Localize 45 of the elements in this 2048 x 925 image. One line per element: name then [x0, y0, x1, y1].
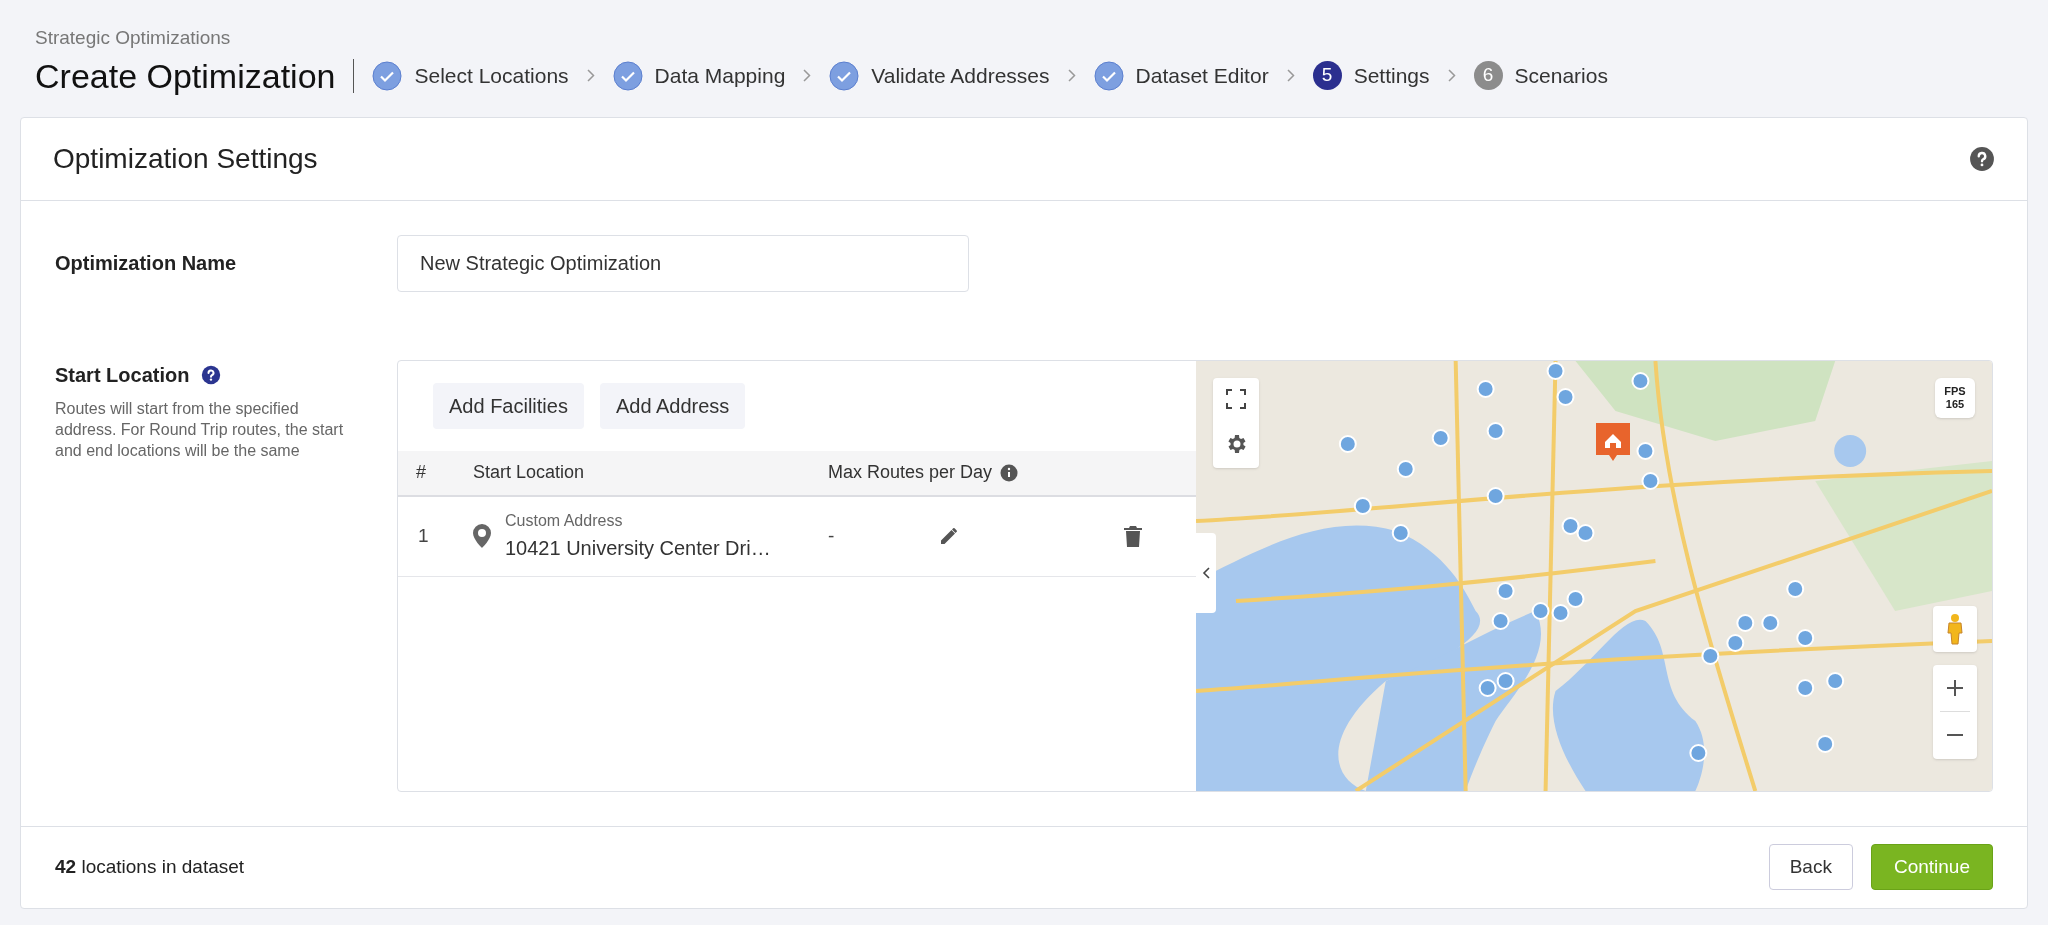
card-title: Optimization Settings — [53, 141, 318, 176]
step-number: 6 — [1473, 61, 1503, 90]
table-cell-text: 1 — [417, 523, 430, 548]
person-icon[interactable] — [1946, 612, 1964, 645]
add-button[interactable]: Add Facilities — [433, 382, 584, 429]
chevron-left-icon — [1202, 566, 1210, 579]
home-marker-icon[interactable] — [1596, 422, 1630, 463]
add-button[interactable]: Add Address — [599, 382, 746, 429]
fullscreen-icon[interactable] — [1226, 389, 1246, 409]
step[interactable]: Select Locations — [372, 59, 569, 92]
dataset-summary: 42 locations in dataset — [55, 854, 245, 879]
location-pin-icon — [473, 524, 491, 548]
minus-icon — [1946, 733, 1964, 736]
edit-icon[interactable] — [940, 527, 958, 545]
step[interactable]: Dataset Editor — [1093, 59, 1269, 92]
back-button[interactable]: Back — [1768, 844, 1853, 890]
help-icon[interactable] — [201, 364, 222, 385]
plus-icon — [1946, 678, 1964, 697]
step[interactable]: Data Mapping — [612, 59, 786, 92]
chevron-right-icon — [1447, 69, 1456, 82]
fps-value: 165 — [1945, 397, 1965, 411]
step[interactable]: Validate Addresses — [829, 59, 1050, 92]
help-icon[interactable] — [1969, 145, 1995, 172]
chevron-right-icon — [1286, 69, 1295, 82]
chevron-right-icon — [803, 69, 812, 82]
fps-label: FPS — [1944, 384, 1966, 398]
optimization-name-field[interactable]: New Strategic Optimization — [397, 234, 969, 292]
field-label: Start Location — [55, 362, 190, 388]
step[interactable]: 6 Scenarios — [1473, 59, 1608, 92]
chevron-right-icon — [1067, 69, 1076, 82]
column-header: # — [416, 461, 426, 484]
breadcrumb: Strategic Optimizations — [35, 26, 232, 50]
column-header: Max Routes per Day — [828, 461, 993, 484]
step-number: 5 — [1312, 61, 1342, 90]
table-cell-text: - — [828, 523, 836, 548]
page-title: Create Optimization — [35, 58, 355, 93]
column-header: Start Location — [473, 461, 585, 484]
address-type: Custom Address — [505, 511, 624, 531]
address-text: 10421 University Center Dri… — [505, 536, 771, 561]
delete-icon[interactable] — [1124, 525, 1142, 547]
step[interactable]: 5 Settings — [1312, 59, 1430, 92]
info-icon[interactable] — [1000, 463, 1019, 482]
chevron-right-icon — [586, 69, 595, 82]
field-label: Optimization Name — [55, 251, 238, 276]
help-text: Routes will start from the specified address. For Round Trip routes, the start and end locations will be the same — [55, 398, 345, 461]
